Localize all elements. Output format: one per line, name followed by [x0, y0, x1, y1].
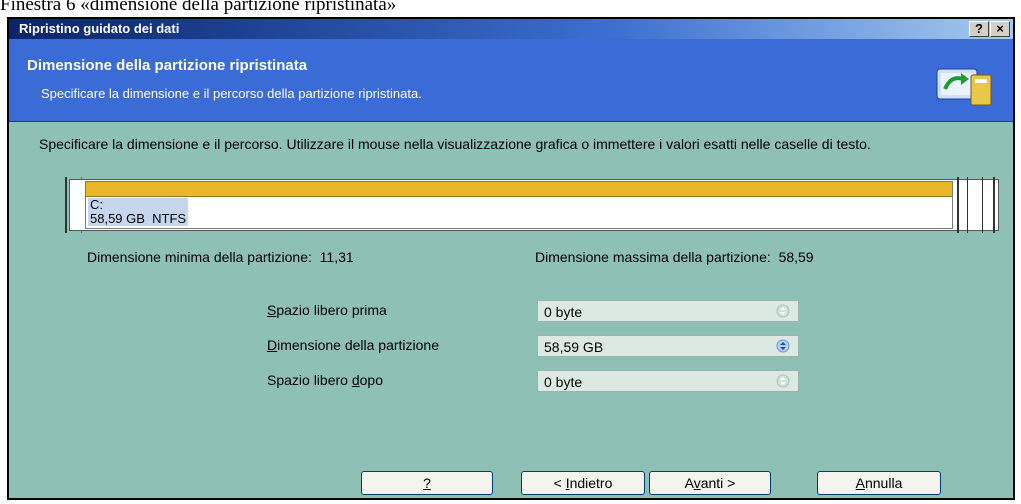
partition-info: 58,59 GB NTFS: [90, 211, 187, 226]
partition-size-label-text: imensione della partizione: [277, 337, 439, 353]
wizard-header: Dimensione della partizione ripristinata…: [9, 39, 1013, 122]
partition-size-stepper[interactable]: 58,59 GB: [537, 335, 799, 357]
partition-block[interactable]: C: 58,59 GB NTFS: [85, 181, 953, 229]
page-subtitle: Specificare la dimensione e il percorso …: [41, 86, 422, 101]
free-after-label-text: opo: [359, 372, 383, 388]
restore-wizard-icon: [936, 68, 992, 106]
free-after-value[interactable]: 0 byte: [544, 374, 582, 390]
cancel-button-accesskey: A: [855, 475, 865, 491]
partition-size-bar[interactable]: [86, 182, 952, 197]
free-before-stepper[interactable]: 0 byte: [537, 300, 799, 322]
free-after-stepper[interactable]: 0 byte: [537, 370, 799, 392]
back-button[interactable]: < Indietro: [521, 471, 645, 495]
min-size-label: Dimensione minima della partizione:: [87, 249, 312, 265]
graph-right-border: [957, 177, 995, 233]
partition-size-label: Dimensione della partizione: [267, 337, 439, 353]
help-button[interactable]: ?: [361, 471, 493, 495]
max-size-label: Dimensione massima della partizione:: [535, 249, 771, 265]
spin-arrows-icon[interactable]: [774, 304, 792, 318]
window-title: Ripristino guidato dei dati: [19, 21, 180, 36]
spin-arrows-icon[interactable]: [774, 374, 792, 388]
close-button[interactable]: ×: [990, 21, 1010, 37]
next-button[interactable]: Avanti >: [649, 471, 771, 495]
free-before-label: Spazio libero prima: [267, 302, 387, 318]
instructions-text: Specificare la dimensione e il percorso.…: [39, 136, 871, 152]
max-size-text: Dimensione massima della partizione: 58,…: [535, 249, 959, 265]
back-button-pre: <: [553, 475, 566, 491]
min-size-text: Dimensione minima della partizione: 11,3…: [87, 249, 354, 265]
next-button-accesskey: v: [693, 475, 701, 491]
partition-size-value[interactable]: 58,59 GB: [544, 339, 603, 355]
page-title: Dimensione della partizione ripristinata: [27, 57, 308, 74]
next-button-label: anti >: [700, 475, 736, 491]
free-before-accesskey: S: [267, 302, 277, 318]
free-after-label-pre: Spazio libero: [267, 372, 352, 388]
help-title-button[interactable]: ?: [969, 21, 989, 37]
free-after-label: Spazio libero dopo: [267, 372, 383, 388]
title-bar: Ripristino guidato dei dati ? ×: [9, 19, 1013, 39]
spin-arrows-icon[interactable]: [774, 339, 792, 353]
min-size-value: 11,31: [319, 249, 354, 265]
next-button-pre: A: [684, 475, 694, 491]
figure-caption: Finestra 6 «dimensione della partizione …: [0, 0, 397, 15]
cancel-button[interactable]: Annulla: [817, 471, 941, 495]
free-before-value[interactable]: 0 byte: [544, 304, 582, 320]
partition-label: C: 58,59 GB NTFS: [88, 197, 189, 226]
max-size-value: 58,59: [778, 249, 814, 265]
help-button-label: ?: [423, 475, 431, 491]
partition-size-accesskey: D: [267, 337, 278, 353]
back-button-label: ndietro: [569, 475, 613, 491]
free-after-accesskey: d: [351, 372, 360, 388]
cancel-button-label: nnulla: [864, 475, 903, 491]
partition-drive: C:: [90, 197, 103, 212]
free-before-label-text: pazio libero prima: [276, 302, 387, 318]
wizard-window: Ripristino guidato dei dati ? × Dimensio…: [7, 17, 1015, 500]
